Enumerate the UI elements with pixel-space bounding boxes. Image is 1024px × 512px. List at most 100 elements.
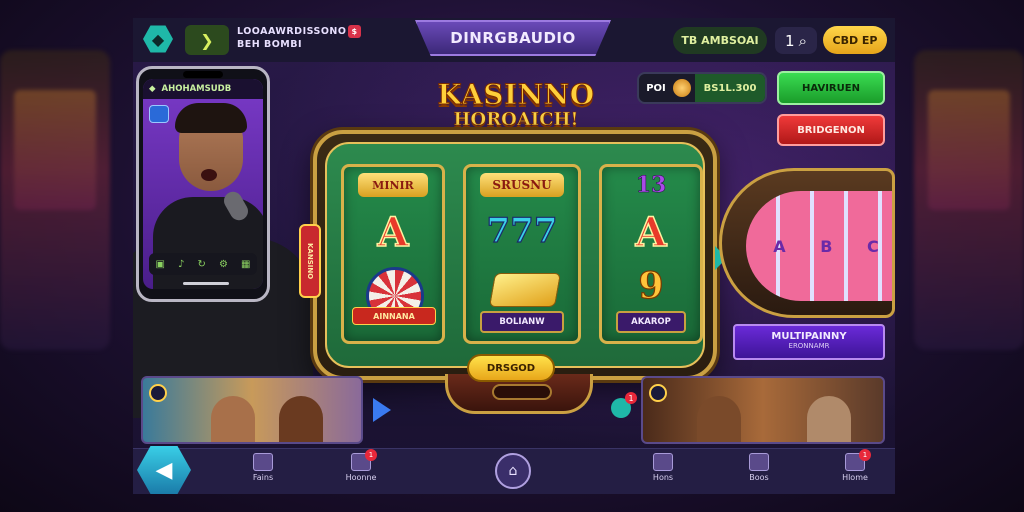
live-players-strip-right[interactable] [641,376,885,444]
background-stage: ◆ ❯ LOOAAWRDISSONO $ BEH BOMBI DINRGBAUDI… [0,0,1024,512]
brand-block: LOOAAWRDISSONO $ BEH BOMBI [237,25,361,51]
casino-app-window: ◆ ❯ LOOAAWRDISSONO $ BEH BOMBI DINRGBAUDI… [133,18,895,494]
slot-machine-felt: MINIR A AINNANA SRUSNU 777 BOLIANW 13 A … [325,142,705,368]
tray-settings-icon[interactable]: ⚙ [219,259,228,270]
reel-3-tag[interactable]: AKAROP [616,311,686,333]
phone-home-indicator [183,282,229,285]
search-counter[interactable]: 1 ⌕ [775,27,817,54]
player-avatar [279,396,323,442]
player-avatar [697,396,741,442]
gold-bar-icon [489,273,561,307]
reel-3-header: 13 [635,172,667,199]
red-action-button[interactable]: BRIDGENON [777,114,885,146]
background-slot-machine-right [914,50,1024,350]
gift-icon [653,453,673,471]
nav-badge: 1 [365,449,377,461]
tray-refresh-icon[interactable]: ↻ [198,259,206,270]
app-title: DINRGBAUDIO [415,20,611,56]
brand-badge: $ [348,25,361,38]
multiplayer-label: MULTIPAINNY [771,331,847,342]
nav-badge: 1 [859,449,871,461]
points-label: POI [646,82,666,94]
points-balance[interactable]: POI BS1L.300 [637,72,767,104]
nav-label: Hons [652,473,674,482]
logo-line2: HOROAICH! [453,109,579,131]
reel-3-symbol-a: A [635,208,668,257]
background-slot-machine-left [0,50,110,350]
nav-item-hoonne[interactable]: 1 Hoonne [331,449,391,493]
phone-control-tray[interactable]: ▣ ♪ ↻ ⚙ ▦ [149,253,257,275]
tray-grid-icon[interactable]: ▦ [241,259,250,270]
reel-2-tag[interactable]: BOLIANW [480,311,564,333]
nav-center-home-button[interactable]: ⌂ [495,453,531,489]
coin-icon [673,79,691,97]
reel-3: 13 A 9 AKAROP [599,164,703,344]
tv-icon [253,453,273,471]
nav-label: Boos [749,473,769,482]
like-count-badge: 1 [625,392,637,404]
reel-2: SRUSNU 777 BOLIANW [463,164,581,344]
phone-header-text: AHOHAMSUDB [161,84,232,94]
counter-value: 1 [785,31,795,50]
brand-line1: LOOAAWRDISSONO [237,26,347,37]
nav-home-hex-button[interactable]: ◀ [137,446,191,494]
points-value: BS1L.300 [695,74,765,102]
slot-machine: MINIR A AINNANA SRUSNU 777 BOLIANW 13 A … [299,130,727,414]
reel-3-symbol-9: 9 [638,264,664,307]
nav-label: Fains [252,473,274,482]
nav-item-fains[interactable]: Fains [233,453,293,493]
phone-screen: ◆ AHOHAMSUDB ▣ ♪ ↻ ⚙ ▦ [143,79,263,289]
like-icon[interactable]: 1 [611,392,637,418]
nav-label: Hoonne [345,473,377,482]
bottom-navigation: ◀ Fains 1 Hoonne ⌂ Hons Boos 1 Hlome [133,446,895,494]
phone-header: ◆ AHOHAMSUDB [143,79,263,99]
wheel-symbol: A [773,236,786,256]
reel-1-symbol-a: A [377,208,410,257]
phone-app-icon[interactable] [149,105,169,123]
wheel-symbol: B [820,236,833,256]
menu-square-button[interactable]: ❯ [185,25,229,55]
chevron-icon: ❯ [200,30,214,50]
logo-line1: KASINNO [437,78,595,112]
nav-item-hons[interactable]: Hons [633,453,693,493]
chip-banner: AINNANA [352,307,436,325]
reel-1: MINIR A AINNANA [341,164,445,344]
multiplayer-button[interactable]: MULTIPAINNY ERONNAMR [733,324,885,360]
gold-action-button[interactable]: CBD EP [823,26,887,54]
tray-camera-icon[interactable]: ▣ [156,259,165,270]
nav-label: Hlome [842,473,868,482]
balance-pill[interactable]: TB AMBSOAI [673,27,767,54]
tray-mic-icon[interactable]: ♪ [178,259,184,270]
nav-item-boos[interactable]: Boos [729,453,789,493]
game-logo: KASINNO HOROAICH! [421,78,611,131]
arrow-left-icon: ◀ [155,457,173,483]
top-bar: ◆ ❯ LOOAAWRDISSONO $ BEH BOMBI DINRGBAUDI… [133,18,895,62]
multiplayer-sublabel: ERONNAMR [788,342,830,350]
spin-button[interactable]: DRSGOD [467,354,555,382]
green-action-button[interactable]: HAVIRUEN [777,71,885,105]
player-avatar [807,396,851,442]
bonus-wheel[interactable]: A B C [719,168,895,318]
phone-logo-icon: ◆ [149,84,156,94]
singer-hair [175,103,247,133]
reel-2-header: SRUSNU [480,173,564,197]
channel-badge-icon [649,384,667,402]
channel-badge-icon [149,384,167,402]
wheel-symbol: C [866,236,879,256]
side-tab[interactable]: KANSINO [299,224,321,298]
phone-device: ◆ AHOHAMSUDB ▣ ♪ ↻ ⚙ ▦ [136,66,270,302]
coin-slot [492,384,552,400]
back-arrow-icon: ◆ [151,29,165,49]
phone-notch [183,71,223,78]
player-avatar [211,396,255,442]
nav-item-hlome[interactable]: 1 Hlome [825,449,885,493]
brand-line2: BEH BOMBI [237,39,303,50]
play-icon[interactable] [373,398,391,422]
live-players-strip-left[interactable] [141,376,363,444]
search-icon: ⌕ [798,31,807,50]
wheel-face: A B C [746,191,892,301]
reel-2-symbol-777: 777 [486,210,558,251]
reel-1-header: MINIR [358,173,428,197]
singer-mouth [201,169,217,181]
back-hex-button[interactable]: ◆ [143,25,173,53]
